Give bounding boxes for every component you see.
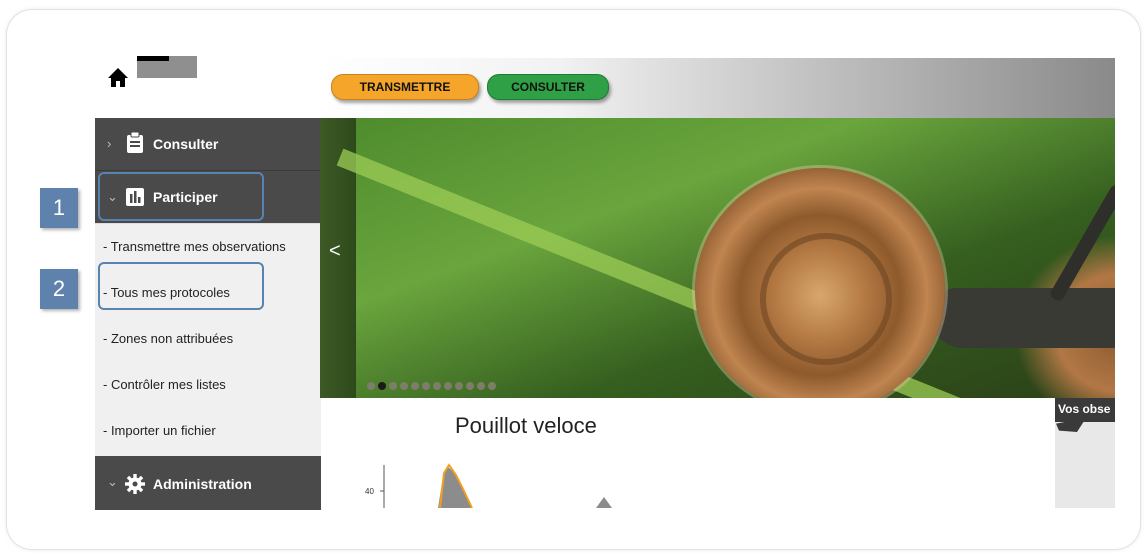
snail-body <box>930 288 1115 348</box>
submenu: - Transmettre mes observations - Tous me… <box>95 223 321 456</box>
chevron-down-icon: ⌄ <box>107 474 118 489</box>
consulter-button[interactable]: CONSULTER <box>487 74 609 100</box>
carousel-dot[interactable] <box>466 382 474 390</box>
snail-tentacle <box>1048 183 1115 303</box>
y-tick-label: 40 <box>365 487 374 496</box>
sidebar-item-consulter[interactable]: › Consulter <box>95 118 321 171</box>
carousel-dot[interactable] <box>488 382 496 390</box>
annotation-2: 2 <box>40 269 78 309</box>
carousel-dot[interactable] <box>455 382 463 390</box>
highlight-participer <box>98 172 264 221</box>
annotation-1: 1 <box>40 188 78 228</box>
sidebar-item-administration[interactable]: ⌄ Administration <box>95 456 321 510</box>
carousel-dots <box>367 382 496 390</box>
carousel-dot[interactable] <box>422 382 430 390</box>
carousel-dot[interactable] <box>367 382 375 390</box>
submenu-item-zones[interactable]: - Zones non attribuées <box>95 316 321 362</box>
carousel-dot[interactable] <box>433 382 441 390</box>
clipboard-icon <box>127 132 143 153</box>
sidebar-item-label: Administration <box>153 476 252 492</box>
grey-area-series-2 <box>596 497 612 508</box>
carousel-dot[interactable] <box>444 382 452 390</box>
gear-icon <box>125 474 145 494</box>
carousel-dot[interactable] <box>378 382 386 390</box>
highlight-protocoles <box>98 262 264 310</box>
carousel-dot[interactable] <box>400 382 408 390</box>
carousel-prev-button[interactable]: < <box>329 240 341 263</box>
carousel-dot[interactable] <box>389 382 397 390</box>
chart-title: Pouillot veloce <box>455 413 597 438</box>
home-icon[interactable] <box>106 66 130 88</box>
transmettre-button[interactable]: TRANSMETTRE <box>331 74 479 100</box>
carousel-dot[interactable] <box>411 382 419 390</box>
species-chart: 40 <box>365 463 612 508</box>
sidebar-item-label: Consulter <box>153 136 219 152</box>
header-bar <box>137 56 197 78</box>
submenu-item-importer[interactable]: - Importer un fichier <box>95 408 321 454</box>
snail-shell-spiral <box>760 233 892 365</box>
carousel-image <box>320 118 1115 398</box>
carousel-dot[interactable] <box>477 382 485 390</box>
submenu-item-controler[interactable]: - Contrôler mes listes <box>95 362 321 408</box>
chevron-right-icon: › <box>107 136 112 151</box>
